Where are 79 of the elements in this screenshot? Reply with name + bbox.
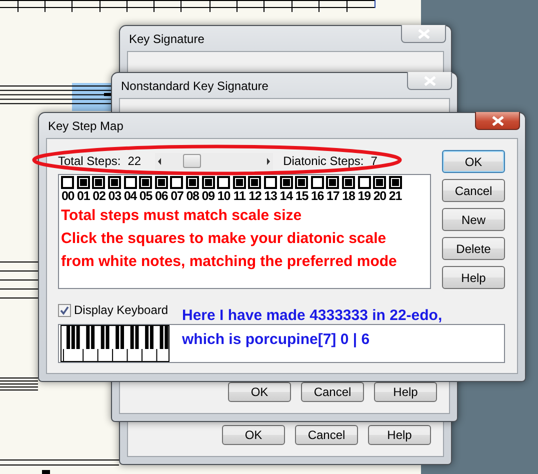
step-square[interactable] [373, 176, 386, 189]
dialog-button[interactable]: OK [222, 425, 285, 445]
step-number: 19 [358, 189, 370, 203]
step-number: 18 [342, 189, 355, 203]
step-square[interactable] [76, 176, 90, 189]
diatonic-steps-value: 7 [370, 154, 378, 168]
step-square[interactable] [280, 176, 293, 189]
step-square[interactable] [61, 176, 74, 189]
step-square[interactable] [202, 176, 215, 189]
step-square[interactable] [388, 176, 402, 189]
step-number: 07 [170, 189, 184, 203]
dialog-button[interactable]: Cancel [301, 382, 364, 402]
note-rest [42, 470, 50, 474]
close-icon [492, 116, 504, 126]
step-square[interactable] [186, 176, 200, 189]
close-button[interactable] [475, 112, 520, 130]
step-square[interactable] [217, 176, 230, 189]
step-number: 12 [248, 189, 262, 203]
instruction-note: from white notes, matching the preferred mode [61, 252, 398, 272]
step-number: 01 [77, 189, 90, 203]
step-square[interactable] [358, 176, 371, 189]
step-number: 13 [264, 189, 277, 203]
step-number: 02 [92, 189, 106, 203]
step-number: 20 [373, 189, 386, 203]
staff-lines [0, 262, 38, 298]
dialog-button[interactable]: Cancel [295, 425, 358, 445]
checkbox[interactable] [58, 304, 71, 316]
step-square[interactable] [108, 176, 122, 189]
window-title: Nonstandard Key Signature [120, 78, 268, 92]
instruction-note: Click the squares to make your diatonic scale [61, 229, 388, 249]
checkbox-label: Display Keyboard [74, 303, 168, 317]
step-number: 14 [280, 189, 292, 203]
total-steps-value: 22 [128, 154, 142, 168]
note-rest [104, 93, 111, 96]
close-icon [418, 28, 430, 38]
dialog-button[interactable]: OK [228, 382, 291, 402]
dialog-button[interactable]: Cancel [442, 179, 505, 202]
annotation-text: which is porcupine[7] 0 | 6 [182, 330, 371, 350]
window-title: Key Step Map [47, 118, 124, 132]
step-number: 10 [217, 189, 230, 203]
step-square[interactable] [264, 176, 278, 189]
dialog-button[interactable]: Help [368, 425, 431, 445]
instruction-note: Total steps must match scale size [61, 206, 303, 226]
step-square[interactable] [124, 176, 137, 189]
step-number: 17 [326, 189, 340, 203]
step-square[interactable] [295, 176, 308, 189]
step-square[interactable] [92, 176, 106, 189]
step-number: 04 [124, 189, 137, 203]
step-number: 08 [186, 189, 199, 203]
step-square[interactable] [154, 176, 168, 189]
total-steps-label: Total Steps: [58, 154, 121, 168]
step-number: 21 [388, 189, 402, 203]
dialog-button[interactable]: Help [442, 266, 505, 289]
dialog-button[interactable]: Delete [442, 237, 505, 260]
step-number: 16 [310, 189, 324, 203]
step-square[interactable] [342, 176, 355, 189]
step-square[interactable] [248, 176, 262, 189]
step-number: 09 [202, 189, 214, 203]
diatonic-steps-label: Diatonic Steps: [283, 154, 364, 168]
step-number: 11 [233, 189, 246, 203]
step-number: 15 [295, 189, 308, 203]
step-number: 03 [108, 189, 121, 203]
step-square[interactable] [232, 176, 246, 189]
steps-scrollbar[interactable] [155, 152, 274, 170]
annotation-text: Here I have made 4333333 in 22-edo, [182, 306, 442, 326]
step-number: 05 [139, 189, 152, 203]
step-square[interactable] [139, 176, 152, 189]
dialog-button[interactable]: OK [442, 150, 505, 173]
step-square[interactable] [310, 176, 324, 189]
close-icon [424, 76, 436, 86]
staff-lines [0, 378, 38, 390]
step-square[interactable] [170, 176, 184, 189]
step-number: 00 [61, 189, 74, 203]
dialog-button[interactable]: New [442, 208, 505, 231]
step-square[interactable] [326, 176, 340, 189]
step-number: 06 [155, 189, 168, 203]
dialog-button[interactable]: Help [374, 382, 437, 402]
scroll-thumb[interactable] [183, 154, 202, 168]
window-title: Key Signature [128, 32, 204, 46]
